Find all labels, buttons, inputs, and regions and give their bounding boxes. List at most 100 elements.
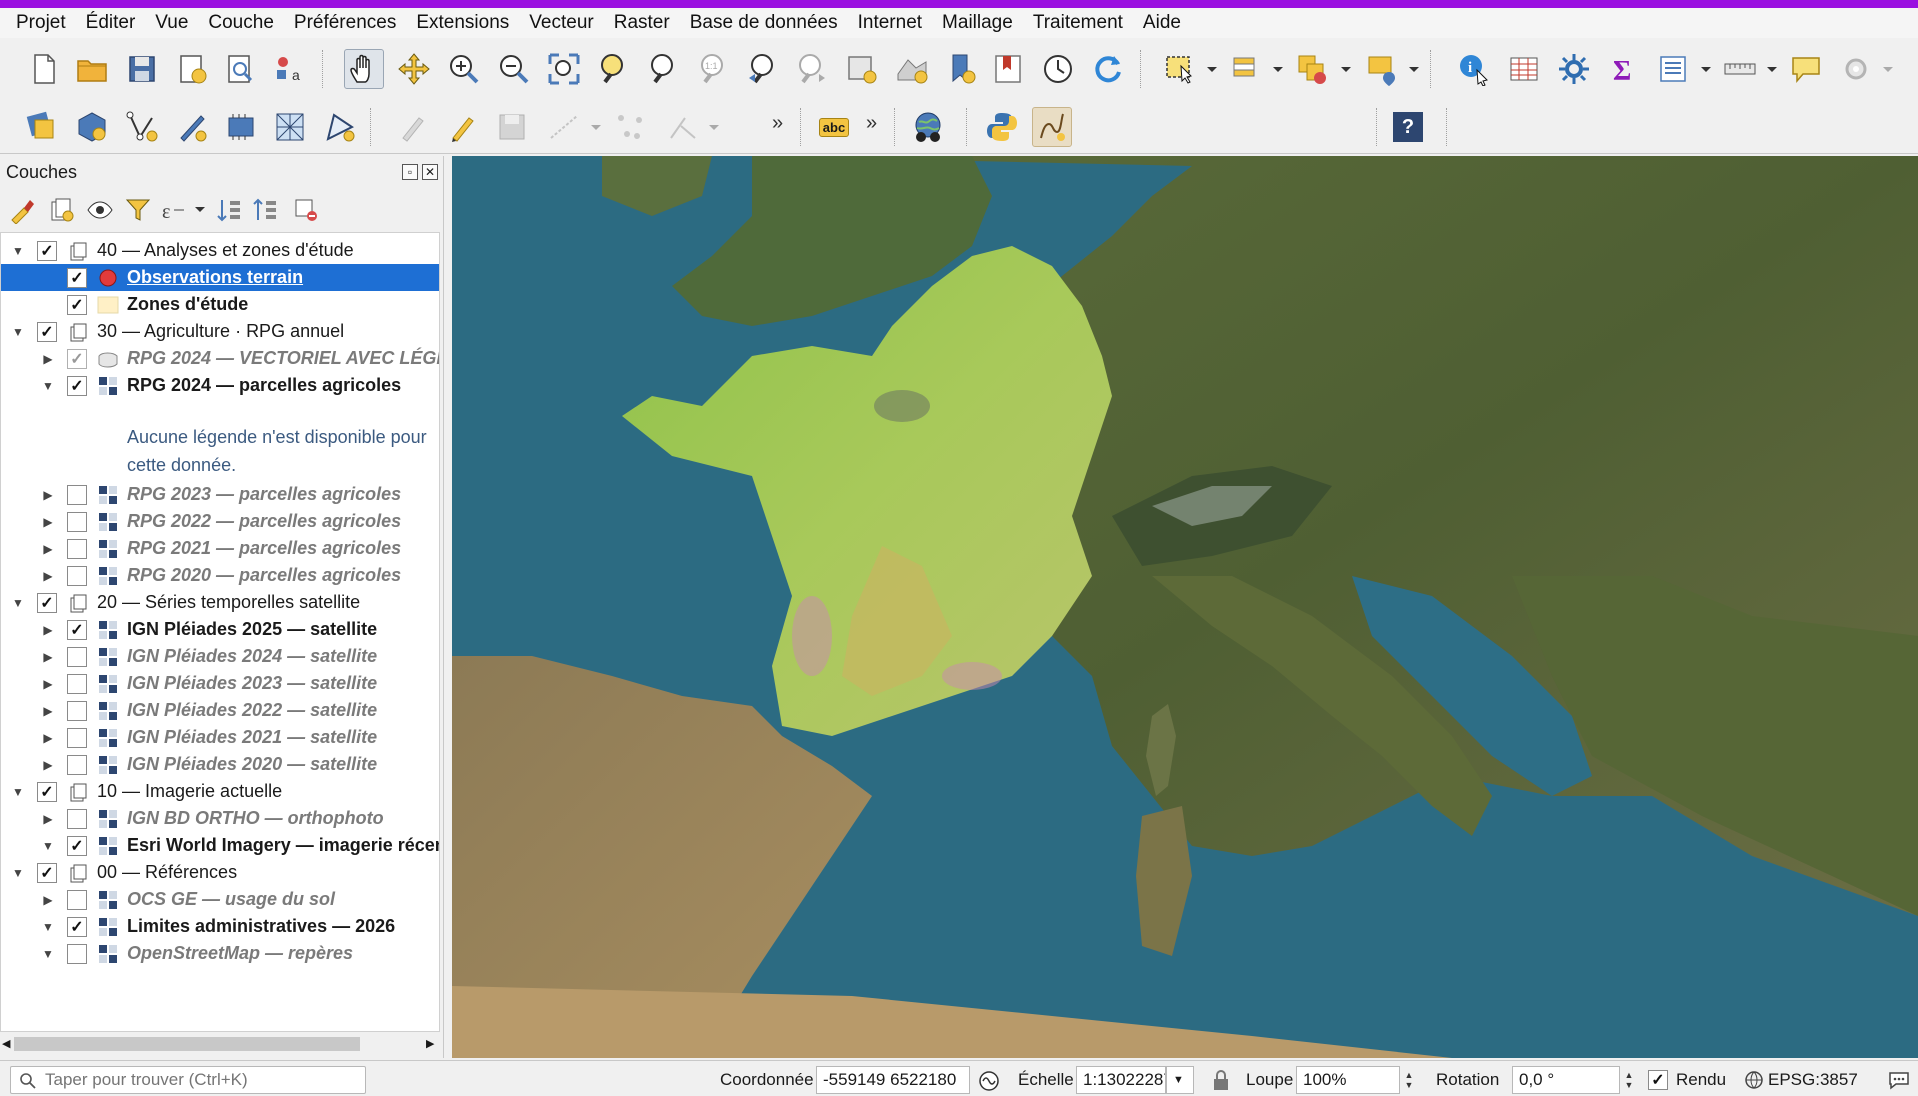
messages-icon[interactable] [1888,1070,1910,1090]
expand-arrow-icon[interactable]: ▶ [41,704,55,718]
layer-row[interactable]: ✓ Zones d'étude [1,291,439,318]
collapse-arrow-icon[interactable]: ▼ [41,920,55,934]
collapse-arrow-icon[interactable]: ▼ [11,785,25,799]
layer-row[interactable]: ▶ RPG 2020 — parcelles agricoles [1,562,439,589]
refresh-icon[interactable] [1088,49,1128,89]
zoom-to-layer-icon[interactable] [644,49,684,89]
remove-layer-icon[interactable] [292,196,320,224]
magnifier-field[interactable]: 100% [1296,1066,1400,1094]
expand-arrow-icon[interactable]: ▶ [41,893,55,907]
lock-scale-icon[interactable] [1212,1069,1230,1091]
collapse-arrow-icon[interactable]: ▼ [11,596,25,610]
locator-settings-icon[interactable] [1836,49,1876,89]
layer-tree[interactable]: Aucune légende n'est disponible pour cet… [0,232,440,1032]
globe-plugin-icon[interactable] [908,107,948,147]
layer-group-row[interactable]: ▼ ✓ 20 — Séries temporelles satellite [1,589,439,616]
new-temporary-layer-icon[interactable] [172,107,212,147]
layer-visibility-checkbox[interactable] [67,538,87,559]
menu-item[interactable]: Internet [848,12,932,34]
open-project-icon[interactable] [72,49,112,89]
menu-item[interactable]: Extensions [406,12,519,34]
layer-row[interactable]: ▶ IGN BD ORTHO — orthophoto [1,805,439,832]
collapse-all-icon[interactable] [252,196,280,224]
menu-item[interactable]: Vue [145,12,198,34]
save-layer-edits-icon[interactable] [492,107,532,147]
rotation-field[interactable]: 0,0 ° [1512,1066,1620,1094]
statistical-summary-icon[interactable]: Σ [1604,49,1644,89]
filter-legend-icon[interactable] [124,196,152,224]
open-field-calculator-icon[interactable] [1654,49,1694,89]
chevron-down-icon[interactable] [1206,66,1218,74]
menu-item[interactable]: Aide [1133,12,1191,34]
layer-group-row[interactable]: ▼ ✓ 10 — Imagerie actuelle [1,778,439,805]
chevron-down-icon[interactable] [1272,66,1284,74]
zoom-full-icon[interactable] [544,49,584,89]
layer-row[interactable]: ▶ IGN Pléiades 2021 — satellite [1,724,439,751]
layer-row[interactable]: ▼ ✓ RPG 2024 — parcelles agricoles [1,372,439,399]
layer-row[interactable]: ▼ ✓ Limites administratives — 2026 [1,913,439,940]
scroll-right-icon[interactable]: ▶ [426,1037,434,1050]
expand-arrow-icon[interactable]: ▶ [41,812,55,826]
map-canvas[interactable] [452,156,1918,1058]
scale-dropdown-button[interactable]: ▼ [1166,1066,1194,1094]
new-spatialite-layer-icon[interactable] [320,107,360,147]
expand-arrow-icon[interactable]: ▶ [41,677,55,691]
menu-item[interactable]: Préférences [284,12,406,34]
menu-item[interactable]: Projet [6,12,76,34]
layer-visibility-checkbox[interactable] [67,754,87,775]
select-by-attributes-icon[interactable] [1226,49,1266,89]
new-bookmark-icon[interactable] [942,49,982,89]
layer-visibility-checkbox[interactable] [67,646,87,667]
advanced-digitizing-icon[interactable] [664,107,704,147]
menu-item[interactable]: Couche [198,12,284,34]
chevron-down-icon[interactable] [1882,66,1894,74]
toggle-extents-icon[interactable] [978,1070,1000,1092]
zoom-last-icon[interactable] [742,49,782,89]
collapse-arrow-icon[interactable]: ▼ [11,244,25,258]
new-shapefile-layer-icon[interactable] [122,107,162,147]
menu-item[interactable]: Traitement [1023,12,1133,34]
manage-visibility-icon[interactable] [86,196,114,224]
zoom-to-selection-icon[interactable] [594,49,634,89]
layer-visibility-checkbox[interactable] [67,727,87,748]
layer-row[interactable]: ▼ ✓ Esri World Imagery — imagerie récente [1,832,439,859]
chevron-down-icon[interactable] [1408,66,1420,74]
expand-arrow-icon[interactable]: ▶ [41,569,55,583]
layer-visibility-checkbox[interactable]: ✓ [67,835,87,856]
more-label-tools-button[interactable]: » [866,112,877,135]
expand-arrow-icon[interactable]: ▶ [41,758,55,772]
layer-styling-icon[interactable] [8,196,36,224]
menu-item[interactable]: Base de données [680,12,848,34]
layer-row[interactable]: ▶ IGN Pléiades 2022 — satellite [1,697,439,724]
collapse-arrow-icon[interactable]: ▼ [41,839,55,853]
processing-toolbox-icon[interactable] [1554,49,1594,89]
new-project-icon[interactable] [24,49,64,89]
data-source-manager-icon[interactable] [22,107,62,147]
collapse-arrow-icon[interactable]: ▼ [41,947,55,961]
layer-visibility-checkbox[interactable] [67,673,87,694]
new-3d-map-view-icon[interactable] [892,49,932,89]
profile-tool-icon[interactable] [1032,107,1072,147]
vertex-tool-icon[interactable] [610,107,650,147]
layout-manager-icon[interactable] [220,49,260,89]
new-map-view-icon[interactable] [842,49,882,89]
layer-row[interactable]: ▶ IGN Pléiades 2023 — satellite [1,670,439,697]
expand-all-icon[interactable] [216,196,244,224]
horizontal-scrollbar[interactable]: ◀ ▶ [0,1034,440,1054]
label-tool-icon[interactable]: abc [814,107,854,147]
help-icon[interactable]: ? [1388,107,1428,147]
chevron-down-icon[interactable] [1340,66,1352,74]
locator-search-input[interactable] [45,1070,355,1090]
layer-row[interactable]: ✓ Observations terrain [1,264,439,291]
new-mesh-layer-icon[interactable] [270,107,310,147]
magnifier-spinner[interactable]: ▲ ▼ [1400,1066,1418,1094]
show-bookmarks-icon[interactable] [988,49,1028,89]
layer-visibility-checkbox[interactable]: ✓ [67,348,87,369]
layer-visibility-checkbox[interactable]: ✓ [67,916,87,937]
render-checkbox[interactable]: ✓ [1648,1070,1668,1090]
coordinate-field[interactable]: -559149 6522180 [816,1066,970,1094]
map-tips-icon[interactable] [1786,49,1826,89]
chevron-down-icon[interactable] [1766,66,1778,74]
attribute-table-icon[interactable] [1504,49,1544,89]
layer-visibility-checkbox[interactable] [67,700,87,721]
